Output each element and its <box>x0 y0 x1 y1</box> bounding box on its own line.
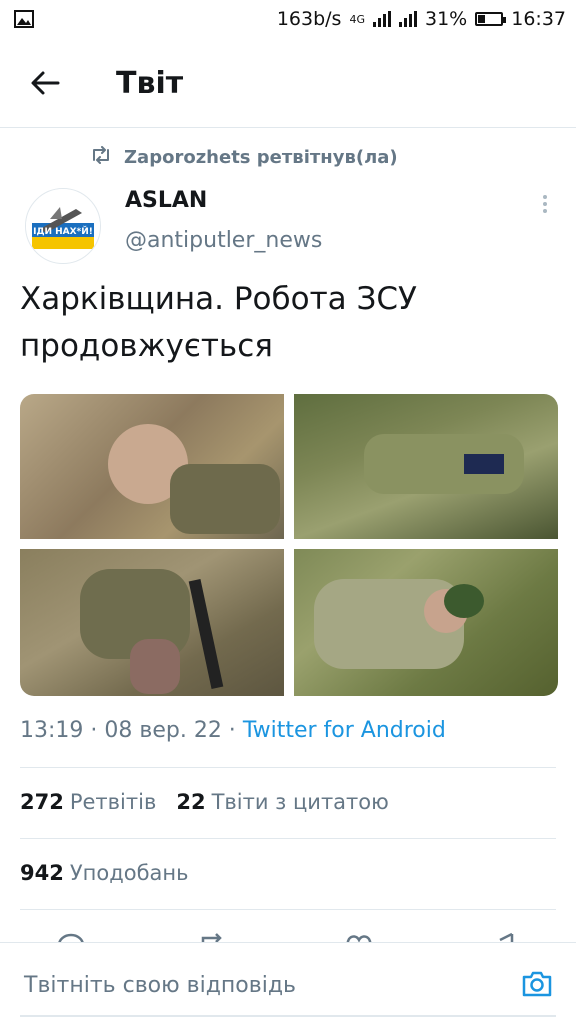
battery-percent: 31% <box>425 8 468 30</box>
timestamp: 13:19 · 08 вер. 22 · <box>20 718 236 743</box>
retweet-icon <box>90 146 112 169</box>
author-handle[interactable]: @antiputler_news <box>125 228 322 253</box>
quotes-stat[interactable]: 22 Твіти з цитатою <box>176 790 388 814</box>
photo-1[interactable] <box>20 394 284 539</box>
clock: 16:37 <box>511 8 566 30</box>
signal-icon <box>399 11 417 27</box>
divider <box>20 909 556 910</box>
avatar-text: ІДИ НАХ*Й! <box>33 225 93 237</box>
retweets-count: 272 <box>20 790 64 814</box>
likes-stat[interactable]: 942 Уподобань <box>20 861 189 885</box>
tweet-meta: 13:19 · 08 вер. 22 · Twitter for Android <box>20 718 446 743</box>
tweet-text-line: продовжується <box>20 328 273 364</box>
retweeter-text: Zaporozhets ретвітнув(ла) <box>124 147 398 168</box>
app-header: Твіт <box>0 40 576 128</box>
photo-2[interactable] <box>294 394 558 539</box>
camera-icon[interactable] <box>520 967 554 1001</box>
stats-row: 272 Ретвітів 22 Твіти з цитатою <box>20 790 389 814</box>
likes-count: 942 <box>20 861 64 885</box>
page-title: Твіт <box>116 66 184 101</box>
media-grid <box>20 394 558 696</box>
photo-3[interactable] <box>20 549 284 696</box>
source-link[interactable]: Twitter for Android <box>243 718 446 743</box>
likes-label: Уподобань <box>69 861 189 885</box>
author-name[interactable]: ASLAN <box>125 188 207 213</box>
back-arrow-icon[interactable] <box>28 66 62 100</box>
status-bar: 163b/s 4G 31% 16:37 <box>0 0 576 40</box>
reply-bar: Твітніть свою відповідь <box>0 942 576 1025</box>
network-speed: 163b/s <box>276 8 342 30</box>
avatar[interactable]: ІДИ НАХ*Й! <box>25 188 101 264</box>
more-vertical-icon[interactable] <box>538 192 552 218</box>
retweet-context[interactable]: Zaporozhets ретвітнув(ла) <box>90 146 398 169</box>
network-type: 4G <box>349 12 365 26</box>
tweet-text: Харківщина. Робота ЗСУ продовжується <box>20 276 550 370</box>
retweets-label: Ретвітів <box>69 790 157 814</box>
photo-4[interactable] <box>294 549 558 696</box>
quotes-count: 22 <box>176 790 206 814</box>
likes-row: 942 Уподобань <box>20 861 189 885</box>
retweets-stat[interactable]: 272 Ретвітів <box>20 790 156 814</box>
battery-icon <box>475 12 507 26</box>
divider <box>20 767 556 768</box>
tweet-text-line: Харківщина. Робота ЗСУ <box>20 281 417 317</box>
image-icon <box>14 10 34 33</box>
reply-underline <box>20 1015 556 1017</box>
reply-input[interactable]: Твітніть свою відповідь <box>24 973 484 998</box>
divider <box>20 838 556 839</box>
signal-icon <box>373 11 391 27</box>
quotes-label: Твіти з цитатою <box>211 790 389 814</box>
